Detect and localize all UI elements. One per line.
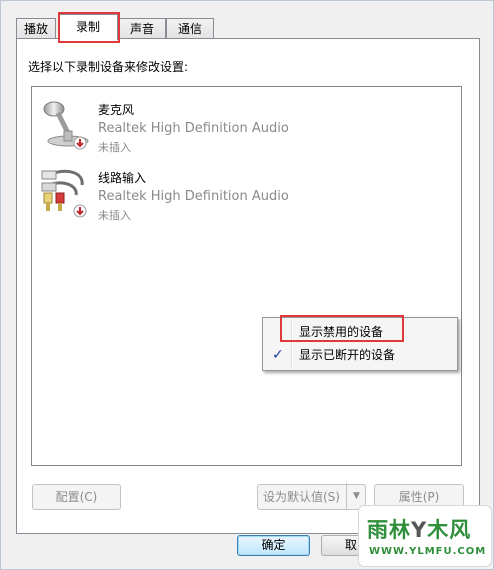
menu-item-show-disconnected[interactable]: ✓ 显示已断开的设备 [265, 344, 455, 366]
watermark-title: 雨林Y木风 [367, 514, 471, 544]
watermark-logo: 雨林Y木风 WWW.YLMFU.COM [358, 505, 492, 567]
device-name: 麦克风 [98, 103, 135, 117]
menu-item-label: 显示已断开的设备 [299, 348, 396, 362]
tab-communications[interactable]: 通信 [166, 18, 214, 39]
device-status: 未插入 [98, 209, 131, 222]
device-description: Realtek High Definition Audio [98, 121, 289, 136]
instruction-text: 选择以下录制设备来修改设置: [28, 60, 189, 74]
ok-button[interactable]: 确定 [237, 535, 310, 556]
configure-button[interactable]: 配置(C) [32, 484, 121, 510]
device-item-line-in[interactable]: 线路输入 Realtek High Definition Audio 未插入 [32, 159, 461, 222]
line-in-cable-icon [41, 169, 87, 218]
watermark-mid: Y [411, 518, 428, 542]
checkmark-icon: ✓ [272, 347, 284, 363]
device-status: 未插入 [98, 141, 131, 154]
device-description: Realtek High Definition Audio [98, 189, 289, 204]
watermark-url: WWW.YLMFU.COM [369, 546, 487, 557]
tab-playback[interactable]: 播放 [16, 18, 56, 39]
menu-item-label: 显示禁用的设备 [299, 325, 384, 339]
menu-item-show-disabled[interactable]: 显示禁用的设备 [265, 321, 455, 343]
device-item-microphone[interactable]: 麦克风 Realtek High Definition Audio 未插入 [32, 91, 461, 154]
device-list[interactable]: 麦克风 Realtek High Definition Audio 未插入 线路… [31, 86, 462, 466]
device-name: 线路输入 [98, 171, 147, 185]
context-menu: 显示禁用的设备 ✓ 显示已断开的设备 [262, 317, 458, 371]
tab-recording[interactable]: 录制 [58, 14, 118, 40]
watermark-left: 雨林 [367, 518, 411, 542]
microphone-icon [43, 101, 89, 150]
watermark-right: 木风 [427, 518, 472, 542]
tab-sounds[interactable]: 声音 [118, 18, 166, 39]
